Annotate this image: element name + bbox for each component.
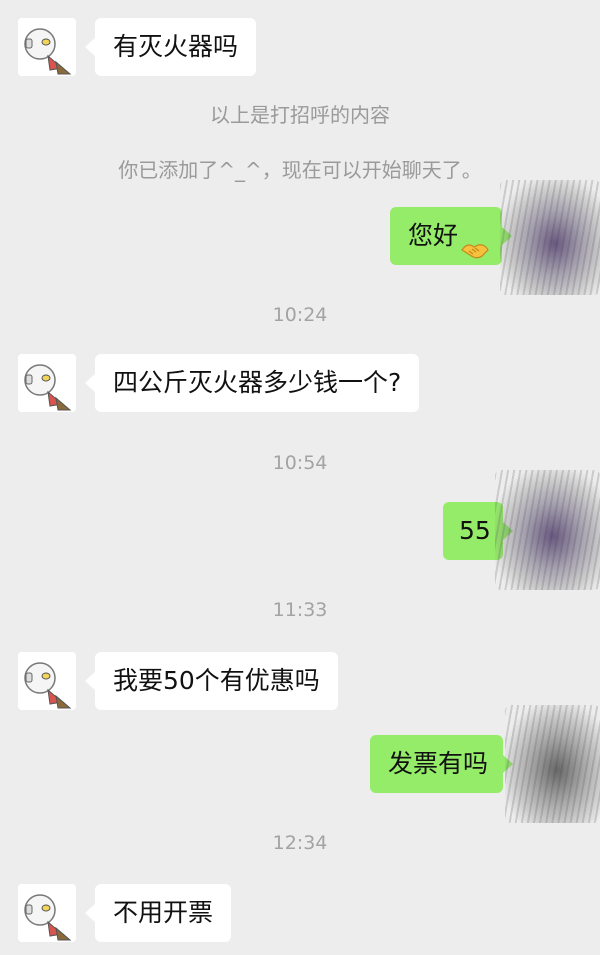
- timestamp: 12:34: [272, 832, 328, 854]
- message-bubble-incoming[interactable]: 有灭火器吗: [84, 18, 257, 76]
- message-text: 55: [459, 516, 491, 545]
- redacted-avatar: [505, 705, 600, 823]
- message-text: 我要50个有优惠吗: [113, 666, 320, 695]
- redacted-avatar: [500, 180, 600, 295]
- message-text: 发票有吗: [388, 749, 489, 778]
- handshake-icon: [460, 225, 490, 259]
- chat-conversation: 有灭火器吗 以上是打招呼的内容 你已添加了^_^，现在可以开始聊天了。 您好 1…: [0, 0, 600, 955]
- message-bubble-incoming[interactable]: 我要50个有优惠吗: [85, 652, 338, 710]
- timestamp: 10:24: [272, 304, 328, 326]
- message-bubble-outgoing[interactable]: 您好: [390, 207, 512, 265]
- contact-avatar[interactable]: [18, 18, 76, 76]
- redacted-avatar: [495, 470, 600, 590]
- contact-avatar[interactable]: [18, 354, 76, 412]
- message-text: 有灭火器吗: [113, 32, 239, 61]
- contact-avatar[interactable]: [18, 652, 76, 710]
- message-text: 四公斤灭火器多少钱一个?: [113, 368, 402, 397]
- message-text: 您好: [408, 221, 459, 250]
- message-bubble-incoming[interactable]: 四公斤灭火器多少钱一个?: [84, 354, 420, 412]
- contact-avatar[interactable]: [18, 884, 76, 942]
- message-bubble-incoming[interactable]: 不用开票: [84, 884, 232, 942]
- timestamp: 11:33: [272, 599, 328, 621]
- added-note: 你已添加了^_^，现在可以开始聊天了。: [118, 158, 482, 182]
- greeting-note: 以上是打招呼的内容: [210, 103, 390, 127]
- message-text: 不用开票: [113, 898, 214, 927]
- message-bubble-outgoing[interactable]: 55: [443, 502, 513, 560]
- message-bubble-outgoing[interactable]: 发票有吗: [370, 735, 513, 793]
